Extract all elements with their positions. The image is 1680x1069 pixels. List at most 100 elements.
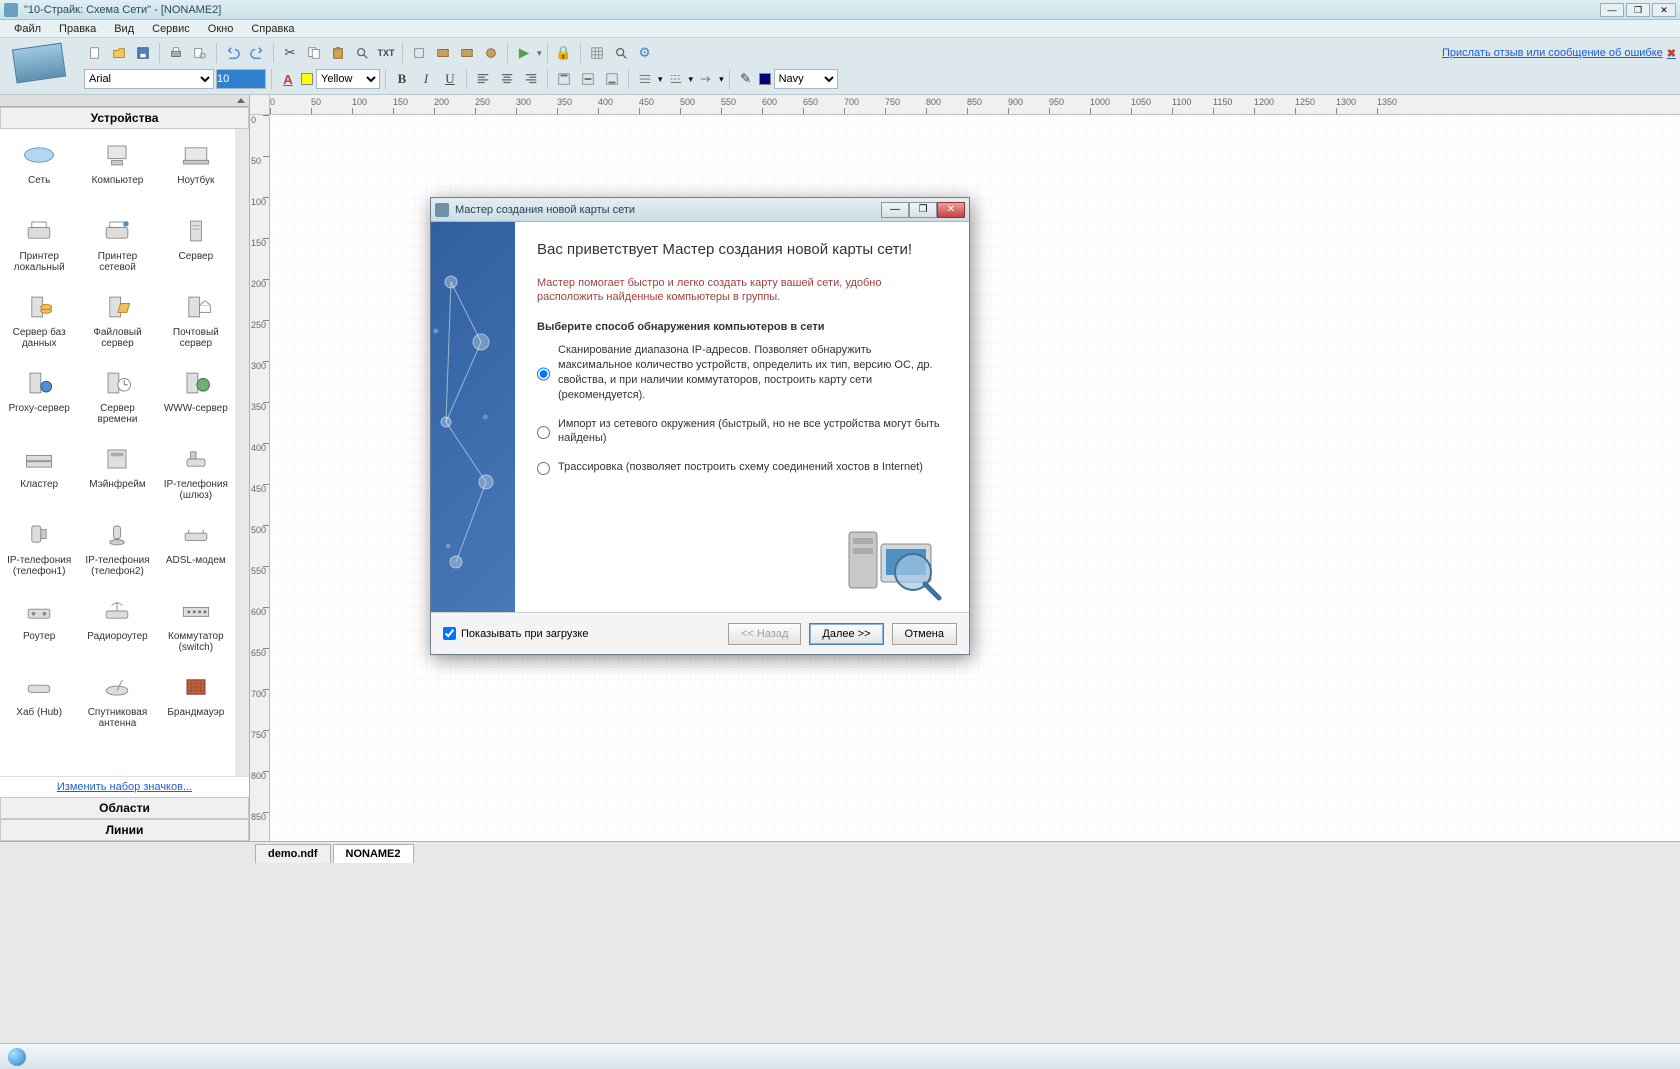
open-button[interactable] xyxy=(108,42,130,64)
wizard-show-checkbox[interactable] xyxy=(443,627,456,640)
italic-button[interactable]: I xyxy=(415,68,437,90)
align-right-button[interactable] xyxy=(520,68,542,90)
toolbar-row-1: ✂ TXT ▶ ▾ 🔒 ⚙ Прислать отзыв или с xyxy=(84,40,1676,66)
feedback-link[interactable]: Прислать отзыв или сообщение об ошибке✖ xyxy=(1442,47,1676,60)
run-button[interactable]: ▶ xyxy=(513,42,535,64)
text-button[interactable]: TXT xyxy=(375,42,397,64)
window-maximize-button[interactable]: ❐ xyxy=(1626,3,1650,17)
valign-bottom-button[interactable] xyxy=(601,68,623,90)
valign-middle-button[interactable] xyxy=(577,68,599,90)
wizard-next-button[interactable]: Далее >> xyxy=(809,623,883,645)
wizard-option-scan[interactable]: Сканирование диапазона IP-адресов. Позво… xyxy=(537,343,947,402)
line-color-select[interactable]: Navy xyxy=(759,69,838,89)
menu-справка[interactable]: Справка xyxy=(243,22,302,36)
line-color-button[interactable]: ✎ xyxy=(735,68,757,90)
wizard-radio-trace[interactable] xyxy=(537,462,550,475)
device-item[interactable]: IP-телефония (телефон2) xyxy=(78,515,156,591)
tool-button-3[interactable] xyxy=(456,42,478,64)
grid-button[interactable] xyxy=(586,42,608,64)
undo-button[interactable] xyxy=(222,42,244,64)
sidebar-header-lines[interactable]: Линии xyxy=(0,819,249,841)
print-button[interactable] xyxy=(165,42,187,64)
copy-button[interactable] xyxy=(303,42,325,64)
device-item[interactable]: IP-телефония (телефон1) xyxy=(0,515,78,591)
font-family-select[interactable]: Arial xyxy=(84,69,214,89)
menu-вид[interactable]: Вид xyxy=(106,22,142,36)
wizard-titlebar[interactable]: Мастер создания новой карты сети — ❐ ✕ xyxy=(431,198,969,222)
cut-button[interactable]: ✂ xyxy=(279,42,301,64)
device-icon xyxy=(19,519,59,551)
sidebar-header-areas[interactable]: Области xyxy=(0,797,249,819)
device-item[interactable]: ADSL-модем xyxy=(157,515,235,591)
device-item[interactable]: Брандмауэр xyxy=(157,667,235,743)
align-left-button[interactable] xyxy=(472,68,494,90)
close-feedback-icon[interactable]: ✖ xyxy=(1667,47,1676,60)
device-item[interactable]: Радиороутер xyxy=(78,591,156,667)
fill-swatch-icon xyxy=(301,73,313,85)
device-item[interactable]: Ноутбук xyxy=(157,135,235,211)
device-item[interactable]: Почтовый сервер xyxy=(157,287,235,363)
device-item[interactable]: Сервер баз данных xyxy=(0,287,78,363)
find-button[interactable] xyxy=(351,42,373,64)
wizard-maximize-button[interactable]: ❐ xyxy=(909,202,937,218)
menu-файл[interactable]: Файл xyxy=(6,22,49,36)
doc-tab[interactable]: NONAME2 xyxy=(333,844,414,863)
menu-окно[interactable]: Окно xyxy=(200,22,242,36)
tool-button-4[interactable] xyxy=(480,42,502,64)
device-item[interactable]: Принтер сетевой xyxy=(78,211,156,287)
underline-button[interactable]: U xyxy=(439,68,461,90)
wizard-back-button[interactable]: << Назад xyxy=(728,623,801,645)
wizard-radio-scan[interactable] xyxy=(537,345,550,402)
line-arrow-button[interactable] xyxy=(695,68,717,90)
lock-button[interactable]: 🔒 xyxy=(553,42,575,64)
wizard-cancel-button[interactable]: Отмена xyxy=(892,623,957,645)
device-item[interactable]: Сервер времени xyxy=(78,363,156,439)
wizard-close-button[interactable]: ✕ xyxy=(937,202,965,218)
window-close-button[interactable]: ✕ xyxy=(1652,3,1676,17)
tool-button-2[interactable] xyxy=(432,42,454,64)
device-item[interactable]: Роутер xyxy=(0,591,78,667)
menu-правка[interactable]: Правка xyxy=(51,22,104,36)
device-item[interactable]: Сеть xyxy=(0,135,78,211)
zoom-button[interactable] xyxy=(610,42,632,64)
change-icons-link[interactable]: Изменить набор значков... xyxy=(0,776,249,797)
menu-сервис[interactable]: Сервис xyxy=(144,22,198,36)
window-minimize-button[interactable]: — xyxy=(1600,3,1624,17)
wizard-show-on-load-checkbox[interactable]: Показывать при загрузке xyxy=(443,627,588,640)
device-item[interactable]: WWW-сервер xyxy=(157,363,235,439)
device-item[interactable]: Сервер xyxy=(157,211,235,287)
font-color-button[interactable]: A xyxy=(277,68,299,90)
align-center-button[interactable] xyxy=(496,68,518,90)
paste-button[interactable] xyxy=(327,42,349,64)
device-item[interactable]: Коммутатор (switch) xyxy=(157,591,235,667)
sidebar-header-devices[interactable]: Устройства xyxy=(0,107,249,129)
redo-button[interactable] xyxy=(246,42,268,64)
wizard-option-trace[interactable]: Трассировка (позволяет построить схему с… xyxy=(537,460,947,475)
line-style-button[interactable] xyxy=(634,68,656,90)
doc-tab[interactable]: demo.ndf xyxy=(255,844,331,863)
tool-button-1[interactable] xyxy=(408,42,430,64)
device-item[interactable]: IP-телефония (шлюз) xyxy=(157,439,235,515)
device-item[interactable]: Proxy-сервер xyxy=(0,363,78,439)
settings-button[interactable]: ⚙ xyxy=(634,42,656,64)
device-item[interactable]: Компьютер xyxy=(78,135,156,211)
device-item[interactable]: Хаб (Hub) xyxy=(0,667,78,743)
device-item[interactable]: Мэйнфрейм xyxy=(78,439,156,515)
fill-color-select[interactable]: Yellow xyxy=(301,69,380,89)
bold-button[interactable]: B xyxy=(391,68,413,90)
font-size-input[interactable] xyxy=(216,69,266,89)
new-button[interactable] xyxy=(84,42,106,64)
print-preview-button[interactable] xyxy=(189,42,211,64)
device-item[interactable]: Кластер xyxy=(0,439,78,515)
save-button[interactable] xyxy=(132,42,154,64)
wizard-minimize-button[interactable]: — xyxy=(881,202,909,218)
sidebar-scroll-up[interactable] xyxy=(0,95,249,107)
start-button[interactable] xyxy=(8,1048,26,1066)
valign-top-button[interactable] xyxy=(553,68,575,90)
line-dash-button[interactable] xyxy=(665,68,687,90)
wizard-radio-import[interactable] xyxy=(537,419,550,447)
device-item[interactable]: Файловый сервер xyxy=(78,287,156,363)
device-item[interactable]: Принтер локальный xyxy=(0,211,78,287)
device-item[interactable]: Спутниковая антенна xyxy=(78,667,156,743)
wizard-option-import[interactable]: Импорт из сетевого окружения (быстрый, н… xyxy=(537,417,947,447)
